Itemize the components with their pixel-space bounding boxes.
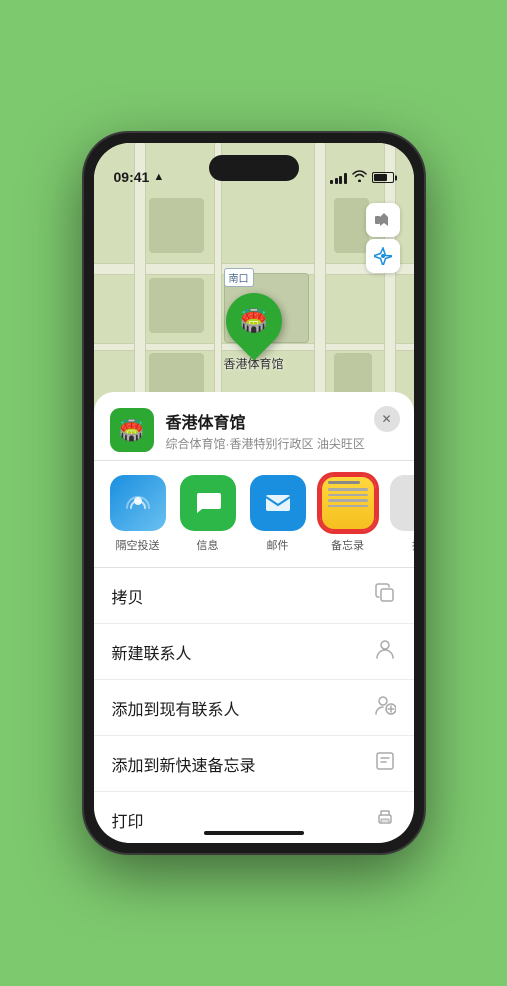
menu-item-new-contact[interactable]: 新建联系人 — [94, 624, 414, 680]
mail-icon — [250, 475, 306, 531]
sheet-header: 🏟️ 香港体育馆 综合体育馆·香港特别行政区 油尖旺区 ✕ — [94, 392, 414, 461]
notes-label: 备忘录 — [331, 537, 364, 553]
menu-item-print-label: 打印 — [112, 808, 144, 832]
messages-label: 信息 — [197, 537, 219, 553]
printer-icon — [374, 806, 396, 833]
share-item-messages[interactable]: 信息 — [180, 475, 236, 553]
location-pin: 🏟️ 香港体育馆 — [223, 293, 283, 372]
share-item-notes[interactable]: 备忘录 — [320, 475, 376, 553]
phone-screen: 09:41 ▲ — [94, 143, 414, 843]
messages-icon — [180, 475, 236, 531]
mail-label: 邮件 — [267, 537, 289, 553]
map-controls — [366, 203, 400, 273]
menu-item-quick-note[interactable]: 添加到新快速备忘录 — [94, 736, 414, 792]
menu-item-new-contact-label: 新建联系人 — [112, 640, 192, 664]
venue-icon: 🏟️ — [110, 408, 154, 452]
venue-name: 香港体育馆 — [166, 409, 398, 433]
more-label: 推 — [412, 537, 414, 553]
phone-frame: 09:41 ▲ — [84, 133, 424, 853]
wifi-icon — [352, 170, 367, 185]
menu-item-copy[interactable]: 拷贝 — [94, 568, 414, 624]
menu-item-add-contact-label: 添加到现有联系人 — [112, 696, 240, 720]
menu-item-quick-note-label: 添加到新快速备忘录 — [112, 752, 256, 776]
more-icon — [390, 475, 414, 531]
map-label: 南口 — [224, 268, 254, 287]
status-time: 09:41 — [114, 169, 150, 185]
battery-icon — [372, 172, 394, 183]
map-type-button[interactable] — [366, 203, 400, 237]
home-indicator — [204, 831, 304, 835]
menu-item-add-contact[interactable]: 添加到现有联系人 — [94, 680, 414, 736]
notes-icon — [320, 475, 376, 531]
note-add-icon — [374, 750, 396, 777]
close-button[interactable]: ✕ — [374, 406, 400, 432]
location-arrow-icon: ▲ — [153, 171, 164, 183]
venue-info: 香港体育馆 综合体育馆·香港特别行政区 油尖旺区 — [166, 409, 398, 452]
bottom-sheet: 🏟️ 香港体育馆 综合体育馆·香港特别行政区 油尖旺区 ✕ — [94, 392, 414, 843]
menu-item-copy-label: 拷贝 — [112, 584, 144, 608]
menu-item-print[interactable]: 打印 — [94, 792, 414, 843]
person-icon — [374, 638, 396, 665]
status-icons — [330, 170, 394, 185]
signal-icon — [330, 172, 347, 184]
share-item-more[interactable]: 推 — [390, 475, 414, 553]
share-item-mail[interactable]: 邮件 — [250, 475, 306, 553]
venue-subtitle: 综合体育馆·香港特别行政区 油尖旺区 — [166, 435, 398, 452]
pin-marker: 🏟️ — [214, 281, 293, 360]
share-item-airdrop[interactable]: 隔空投送 — [110, 475, 166, 553]
share-row: 隔空投送 信息 — [94, 461, 414, 568]
person-add-icon — [374, 694, 396, 721]
airdrop-label: 隔空投送 — [116, 537, 160, 553]
copy-icon — [374, 582, 396, 609]
dynamic-island — [209, 155, 299, 181]
location-button[interactable] — [366, 239, 400, 273]
airdrop-icon — [110, 475, 166, 531]
